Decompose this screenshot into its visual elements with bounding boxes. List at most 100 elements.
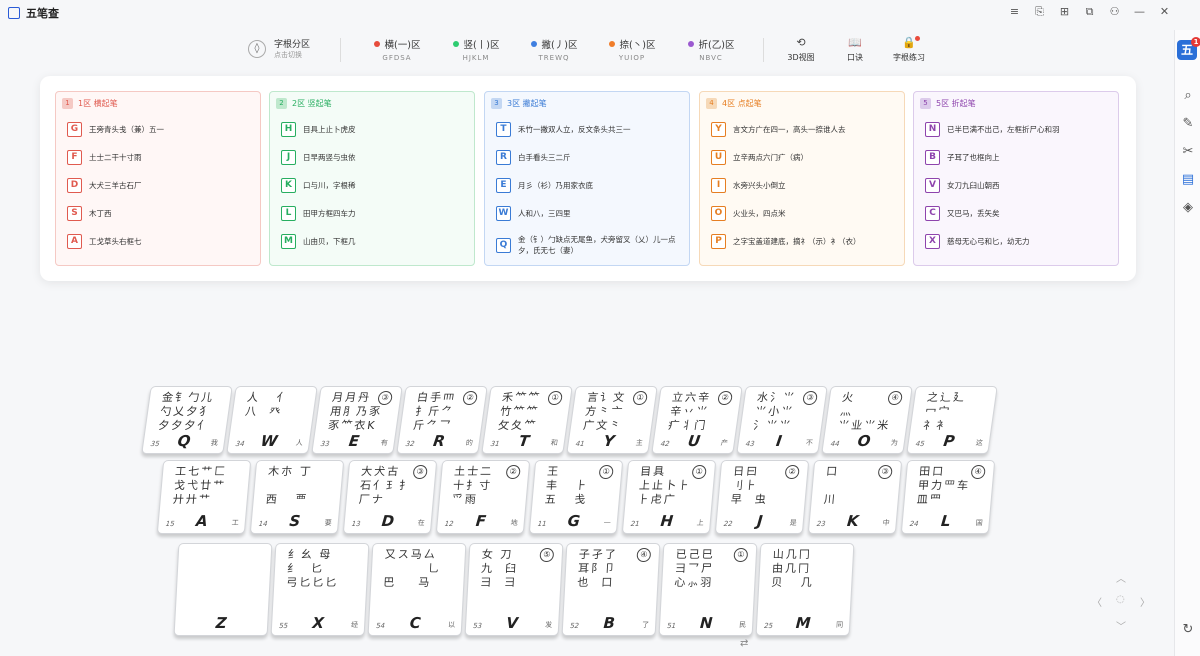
key-h[interactable]: 目具 上止卜⺊ ⺊虍广 ① H 21 上 <box>621 460 717 534</box>
key-u[interactable]: 立六辛 辛丷⺌ 疒丬门 ② U 42 产 <box>651 386 743 454</box>
zone-row[interactable]: M 山由贝，下框几 <box>281 234 468 249</box>
zone-tab-shu[interactable]: 竖(丨)区 HJKLM <box>451 37 501 62</box>
user-icon[interactable]: ⚇ <box>1102 5 1127 19</box>
key-f[interactable]: 土士二 十扌寸 ⺤雨 ② F 12 地 <box>435 460 531 534</box>
key-s[interactable]: 木朩 丁 西 覀 S 14 要 <box>249 460 345 534</box>
zone-row[interactable]: N 已半巳满不出己，左框折尸心和羽 <box>925 122 1112 137</box>
menu-icon[interactable]: ≡ <box>1002 5 1027 19</box>
mnemonic-text: 女刀九臼山朝西 <box>947 181 1000 190</box>
key-o[interactable]: 火 灬 ⺌业⺌米 ④ O 44 为 <box>821 386 913 454</box>
zone-tab-heng[interactable]: 横(一)区 GFDSA <box>372 37 422 62</box>
zone-row[interactable]: C 又巴马，丢矢矣 <box>925 206 1112 221</box>
key-code: 42 <box>660 440 671 448</box>
key-q[interactable]: 金钅勹儿 勺乂夕犭 夕夕夕亻 Q 35 我 <box>141 386 233 454</box>
copy-icon[interactable]: ⧉ <box>1077 5 1102 19</box>
3d-view-button[interactable]: ⟲ 3D视图 <box>776 36 826 63</box>
minimize-button[interactable]: — <box>1127 5 1152 19</box>
mnemonic-text: 金（钅）勹缺点无尾鱼，犬旁留叉（乂）儿一点夕，氏无七（妻） <box>518 235 676 255</box>
zone-row[interactable]: S 木丁西 <box>67 206 254 221</box>
zone-column-5: 5 5区 折起笔 N 已半巳满不出己，左框折尸心和羽 B 子耳了也框向上 V 女刀九臼山朝西 C… <box>913 91 1119 266</box>
key-b[interactable]: 子孑了 耳阝卩 也 口 ④ B 52 了 <box>561 543 661 636</box>
zone-row[interactable]: U 立辛两点六门疒（病） <box>711 150 898 165</box>
zone-column-2: 2 2区 竖起笔 H 目具上止卜虎皮 J 日早两竖与虫依 K 口与川，字根稀 L 田甲方框四车力 M… <box>269 91 475 266</box>
key-x[interactable]: 纟幺 母 纟 匕 弓匕匕匕 X 55 经 <box>270 543 370 636</box>
zone-tab-pie[interactable]: 撇(丿)区 TREWQ <box>529 37 579 62</box>
chevron-right-icon[interactable]: 〉 <box>1140 594 1150 609</box>
key-i[interactable]: 水氵⺌ ⺌小⺌ 氵⺌⺌ ③ I 43 不 <box>736 386 828 454</box>
zone-tab-zhe[interactable]: 折(乙)区 NBVC <box>686 37 736 62</box>
key-j[interactable]: 日曰 刂⺊ 早 虫 ② J 22 是 <box>714 460 810 534</box>
scissors-icon[interactable]: ✂ <box>1180 144 1196 160</box>
divider <box>340 38 341 62</box>
zone-row[interactable]: T 禾竹一撇双人立，反文条头共三一 <box>496 122 683 137</box>
key-word: 主 <box>635 439 644 447</box>
zone-row[interactable]: W 人和八，三四里 <box>496 206 683 221</box>
swap-icon[interactable]: ⇄ <box>740 638 748 649</box>
key-w[interactable]: 人 亻 八 癶 W 34 人 <box>226 386 318 454</box>
key-badge: K <box>281 178 296 193</box>
mnemonic-text: 人和八，三四里 <box>518 209 571 218</box>
zone-row[interactable]: Q 金（钅）勹缺点无尾鱼，犬旁留叉（乂）儿一点夕，氏无七（妻） <box>496 234 683 256</box>
key-code: 13 <box>351 520 361 528</box>
refresh-icon[interactable]: ↻ <box>1180 622 1196 638</box>
key-y[interactable]: 言讠文 方⺀亠 广文⺀ ① Y 41 主 <box>566 386 658 454</box>
key-k[interactable]: 口 川 ③ K 23 中 <box>807 460 903 534</box>
zone-row[interactable]: X 慈母无心弓和匕，幼无力 <box>925 234 1112 249</box>
layers-icon[interactable]: ◈ <box>1180 200 1196 216</box>
key-r[interactable]: 白手⺵ 扌斤⺈ 斤⺈乛 ② R 32 的 <box>396 386 488 454</box>
zone-keys: NBVC <box>699 54 723 62</box>
zone-row[interactable]: H 目具上止卜虎皮 <box>281 122 468 137</box>
zone-row[interactable]: V 女刀九臼山朝西 <box>925 178 1112 193</box>
keyboard-icon[interactable]: ▤ <box>1180 172 1196 188</box>
zone-row[interactable]: J 日早两竖与虫依 <box>281 150 468 165</box>
chevron-left-icon[interactable]: 〈 <box>1092 594 1102 609</box>
zone-row[interactable]: I 水旁兴头小倒立 <box>711 178 898 193</box>
mnemonic-text: 山由贝，下框几 <box>303 237 356 246</box>
mnemonic-button[interactable]: 📖 口诀 <box>830 36 880 63</box>
zone-row[interactable]: E 月彡（衫）乃用家衣底 <box>496 178 683 193</box>
key-n[interactable]: 已己巳 ⺕乛尸 心⺗羽 ① N 51 民 <box>658 543 758 636</box>
zone-tab-na[interactable]: 捺(丶)区 YUIOP <box>607 37 657 62</box>
zone-row[interactable]: K 口与川，字根稀 <box>281 178 468 193</box>
key-code: 32 <box>405 440 416 448</box>
key-code: 44 <box>830 440 841 448</box>
key-l[interactable]: 田口 甲力罒车 皿⺲ ④ L 24 国 <box>900 460 996 534</box>
zone-row[interactable]: Y 言文方广在四一，高头一捺谁人去 <box>711 122 898 137</box>
chevron-up-icon[interactable]: ︿ <box>1116 570 1126 585</box>
zone-row[interactable]: G 王旁青头戋（兼）五一 <box>67 122 254 137</box>
zone-row[interactable]: A 工戈草头右框七 <box>67 234 254 249</box>
chevron-down-icon[interactable]: ﹀ <box>1116 618 1126 633</box>
recenter-icon[interactable]: ◌ <box>1116 594 1125 605</box>
zone-row[interactable]: R 白手看头三二斤 <box>496 150 683 165</box>
key-v[interactable]: 女 刀 九 臼 彐 彐 ⑤ V 53 发 <box>464 543 564 636</box>
key-d[interactable]: 大犬古 石⺅⺩⺘ 厂ナ ③ D 13 在 <box>342 460 438 534</box>
mnemonic-text: 白手看头三二斤 <box>518 153 571 162</box>
key-badge: Y <box>711 122 726 137</box>
zone-row[interactable]: F 土士二干十寸雨 <box>67 150 254 165</box>
zone-row[interactable]: L 田甲方框四车力 <box>281 206 468 221</box>
key-p[interactable]: 之辶廴 冖宀 礻衤 P 45 这 <box>906 386 998 454</box>
search-icon[interactable]: ⌕ <box>1180 88 1196 104</box>
key-e[interactable]: 月月丹 用⺼乃豕 豕⺮衣K ③ E 33 有 <box>311 386 403 454</box>
wubi-badge[interactable]: 五 1 <box>1177 37 1200 60</box>
mnemonic-text: 立辛两点六门疒（病） <box>733 153 808 162</box>
right-rail: 五 1 ⌕ ✎ ✂ ▤ ◈ ↻ <box>1174 30 1200 656</box>
zone-row[interactable]: D 大犬三羊古石厂 <box>67 178 254 193</box>
zone-title: 2区 竖起笔 <box>292 99 332 108</box>
zone-row[interactable]: P 之字宝盖道建底，摘礻（示）衤（衣） <box>711 234 898 249</box>
zone-row[interactable]: B 子耳了也框向上 <box>925 150 1112 165</box>
root-zone-toggle[interactable]: ◊ 字根分区 点击切换 <box>248 37 310 60</box>
key-g[interactable]: 王 丰 ⺊ 五 戋 ① G 11 一 <box>528 460 624 534</box>
pen-icon[interactable]: ✎ <box>1180 116 1196 132</box>
clipboard-icon[interactable]: ⎘ <box>1027 5 1052 19</box>
root-practice-button[interactable]: 🔒 字根练习 <box>884 36 934 63</box>
key-c[interactable]: 又ス马厶 ⺃ 巴 马 C 54 以 <box>367 543 467 636</box>
zone-row[interactable]: O 火业头，四点米 <box>711 206 898 221</box>
close-button[interactable]: ✕ <box>1152 5 1177 19</box>
key-z[interactable]: Z <box>173 543 273 636</box>
key-a[interactable]: 工七⺾匚 戈弋廿⺾ 廾廾⺾ A 15 工 <box>156 460 252 534</box>
key-t[interactable]: 禾⺮⺮ 竹⺮⺮ 攵夂⺮ ① T 31 和 <box>481 386 573 454</box>
grid-icon[interactable]: ⊞ <box>1052 5 1077 19</box>
key-m[interactable]: 山几冂 由几冂 贝 几 M 25 同 <box>755 543 855 636</box>
mnemonic-text: 土士二干十寸雨 <box>89 153 142 162</box>
